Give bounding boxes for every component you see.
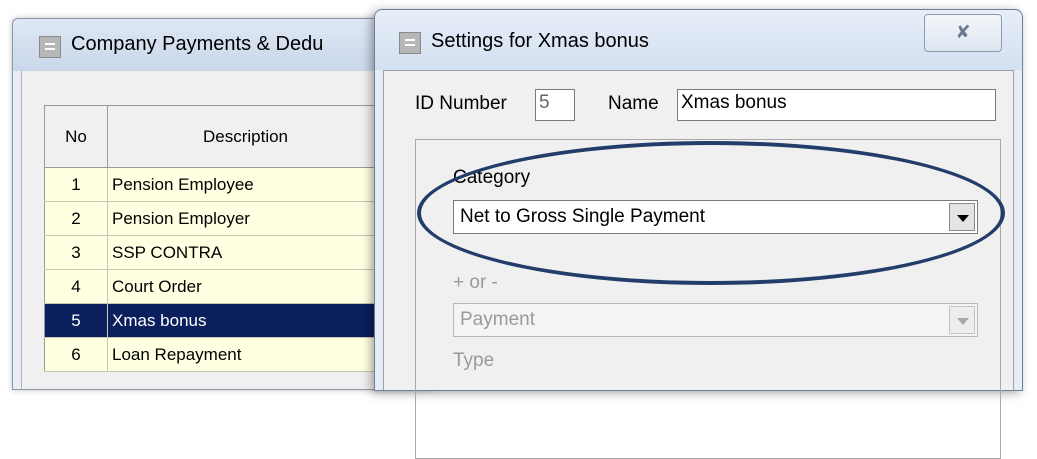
column-header-description[interactable]: Description: [107, 105, 384, 168]
row-description: Loan Repayment: [107, 337, 384, 372]
settings-group-box: Category Net to Gross Single Payment + o…: [415, 139, 1001, 459]
window-icon: [39, 36, 61, 58]
category-dropdown[interactable]: Net to Gross Single Payment: [453, 200, 978, 234]
settings-dialog-client: ID Number 5 Name Xmas bonus Category Net…: [383, 70, 1014, 459]
row-description: Pension Employer: [107, 201, 384, 236]
window-icon: [399, 32, 421, 54]
table-row[interactable]: 1 Pension Employee: [44, 167, 384, 202]
column-header-no[interactable]: No: [44, 105, 108, 168]
row-description: Court Order: [107, 269, 384, 304]
row-no: 5: [44, 303, 108, 338]
row-description: Xmas bonus: [107, 303, 384, 338]
table-row[interactable]: 2 Pension Employer: [44, 201, 384, 236]
settings-dialog-titlebar[interactable]: Settings for Xmas bonus ✘: [375, 10, 1022, 70]
name-label: Name: [608, 93, 659, 114]
category-selected-value: Net to Gross Single Payment: [460, 206, 705, 227]
table-row[interactable]: 4 Court Order: [44, 269, 384, 304]
table-row-selected[interactable]: 5 Xmas bonus: [44, 303, 384, 338]
close-button[interactable]: ✘: [924, 14, 1002, 52]
sign-selected-value: Payment: [460, 309, 535, 330]
chevron-down-icon[interactable]: [949, 203, 975, 231]
sign-label: + or -: [453, 272, 498, 293]
category-label: Category: [453, 167, 531, 188]
row-no: 1: [44, 167, 108, 202]
close-icon: ✘: [955, 22, 971, 42]
row-no: 3: [44, 235, 108, 270]
name-field[interactable]: Xmas bonus: [677, 89, 996, 121]
payments-table: No Description 1 Pension Employee 2 Pens…: [44, 105, 384, 372]
row-description: SSP CONTRA: [107, 235, 384, 270]
id-number-field[interactable]: 5: [535, 89, 575, 121]
table-row[interactable]: 3 SSP CONTRA: [44, 235, 384, 270]
payments-window-titlebar[interactable]: Company Payments & Dedu: [13, 19, 433, 71]
settings-dialog-title: Settings for Xmas bonus: [431, 30, 649, 52]
row-description: Pension Employee: [107, 167, 384, 202]
payments-window-title: Company Payments & Dedu: [71, 33, 324, 55]
table-row[interactable]: 6 Loan Repayment: [44, 337, 384, 372]
sign-dropdown[interactable]: Payment: [453, 303, 978, 337]
row-no: 4: [44, 269, 108, 304]
settings-dialog: Settings for Xmas bonus ✘ ID Number 5 Na…: [374, 9, 1023, 459]
type-label: Type: [453, 350, 495, 371]
table-header-row: No Description: [44, 105, 384, 168]
id-number-label: ID Number: [415, 93, 507, 114]
chevron-down-icon[interactable]: [949, 306, 975, 334]
row-no: 2: [44, 201, 108, 236]
row-no: 6: [44, 337, 108, 372]
